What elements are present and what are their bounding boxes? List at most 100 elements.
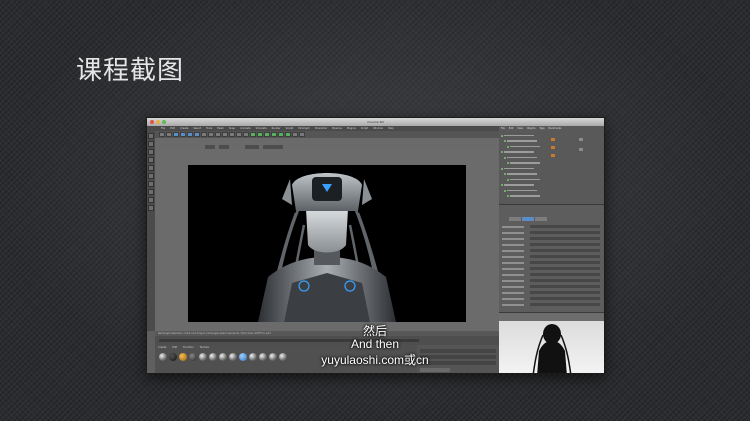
redo-icon[interactable] [166, 132, 172, 137]
object-tree-row[interactable] [507, 178, 557, 181]
floor-icon[interactable] [285, 132, 291, 137]
use-model-mode-icon[interactable] [148, 133, 154, 139]
visibility-dot-icon[interactable] [501, 134, 503, 137]
menu-item-create[interactable]: Create [180, 127, 188, 130]
object-tree-row[interactable] [504, 156, 554, 159]
visibility-dot-icon[interactable] [507, 178, 509, 181]
object-menu-tags[interactable]: Tags [539, 127, 544, 130]
visibility-dot-icon[interactable] [501, 151, 503, 153]
tab-object[interactable] [522, 217, 534, 221]
menu-item-script[interactable]: Script [361, 127, 368, 130]
attribute-value-field[interactable] [530, 267, 600, 270]
render-view-icon[interactable] [229, 132, 235, 137]
menu-item-edit[interactable]: Edit [170, 127, 175, 130]
attribute-value-field[interactable] [530, 243, 600, 246]
object-tree-row[interactable] [504, 189, 554, 192]
material-tag-icon[interactable] [551, 146, 555, 149]
visibility-dot-icon[interactable] [501, 167, 503, 170]
array-icon[interactable] [271, 132, 277, 137]
visibility-dot-icon[interactable] [507, 162, 509, 164]
object-tree-row[interactable] [504, 140, 554, 143]
render-to-picture-viewer-icon[interactable] [236, 132, 242, 137]
bend-deformer-icon[interactable] [278, 132, 284, 137]
attribute-value-field[interactable] [530, 225, 600, 228]
menu-item-plugins[interactable]: Plugins [347, 127, 356, 130]
visibility-dot-icon[interactable] [504, 173, 506, 175]
use-polygons-mode-icon[interactable] [148, 173, 154, 179]
attribute-value-field[interactable] [530, 291, 600, 294]
use-points-mode-icon[interactable] [148, 157, 154, 163]
x-axis-icon[interactable] [201, 132, 207, 137]
attribute-value-field[interactable] [530, 261, 600, 264]
object-tree-row[interactable] [507, 195, 557, 198]
attribute-value-field[interactable] [530, 285, 600, 288]
visibility-dot-icon[interactable] [507, 195, 509, 197]
use-edges-mode-icon[interactable] [148, 165, 154, 171]
object-tree-row[interactable] [507, 145, 557, 148]
tab-basic[interactable] [509, 217, 521, 221]
object-tree-row[interactable] [507, 162, 557, 165]
object-menu-edit[interactable]: Edit [509, 127, 513, 130]
object-tree-row[interactable] [501, 184, 551, 187]
attribute-value-field[interactable] [530, 231, 600, 234]
enable-axis-icon[interactable] [148, 181, 154, 187]
object-menu-file[interactable]: File [501, 127, 505, 130]
attribute-value-field[interactable] [530, 279, 600, 282]
menu-item-simulate[interactable]: Simulate [256, 127, 267, 130]
apply-button[interactable] [420, 368, 450, 372]
rotate-tool-icon[interactable] [194, 132, 200, 137]
move-tool-icon[interactable] [180, 132, 186, 137]
z-axis-icon[interactable] [215, 132, 221, 137]
workplane-icon[interactable] [148, 197, 154, 203]
render-settings-icon[interactable] [243, 132, 249, 137]
menu-item-select[interactable]: Select [193, 127, 201, 130]
attribute-value-field[interactable] [530, 303, 600, 306]
visibility-dot-icon[interactable] [501, 184, 503, 186]
subdivision-surface-icon[interactable] [264, 132, 270, 137]
menu-item-pipeline[interactable]: Pipeline [332, 127, 342, 130]
phong-tag-icon[interactable] [579, 138, 583, 141]
object-tree-row[interactable] [501, 167, 551, 170]
scale-tool-icon[interactable] [187, 132, 193, 137]
phong-tag-icon[interactable] [579, 148, 583, 151]
object-tree-row[interactable] [501, 151, 551, 154]
light-icon[interactable] [299, 132, 305, 137]
menu-item-window[interactable]: Window [373, 127, 383, 130]
use-object-mode-icon[interactable] [148, 141, 154, 147]
display-dropdown[interactable] [245, 145, 259, 149]
menu-item-sculpt[interactable]: Sculpt [286, 127, 294, 130]
menu-item-render[interactable]: Render [272, 127, 281, 130]
pen-spline-icon[interactable] [257, 132, 263, 137]
menu-item-character[interactable]: Character [315, 127, 327, 130]
attribute-value-field[interactable] [530, 237, 600, 240]
menu-item-help[interactable]: Help [388, 127, 394, 130]
y-axis-icon[interactable] [208, 132, 214, 137]
attribute-value-field[interactable] [530, 273, 600, 276]
attribute-value-field[interactable] [530, 249, 600, 252]
menu-item-mograph[interactable]: MoGraph [298, 127, 309, 130]
object-menu-objects[interactable]: Objects [527, 127, 536, 130]
locked-workplane-icon[interactable] [148, 205, 154, 211]
cube-object-icon[interactable] [250, 132, 256, 137]
material-tag-icon[interactable] [551, 138, 555, 141]
attribute-value-field[interactable] [530, 297, 600, 300]
use-texture-mode-icon[interactable] [148, 149, 154, 155]
render-viewport[interactable] [155, 150, 499, 331]
material-tag-icon[interactable] [551, 154, 555, 157]
menu-item-snap[interactable]: Snap [229, 127, 235, 130]
visibility-dot-icon[interactable] [504, 156, 506, 159]
undo-icon[interactable] [159, 132, 165, 137]
menu-item-animate[interactable]: Animate [240, 127, 250, 130]
object-tree-row[interactable] [504, 173, 554, 176]
object-tree-row[interactable] [501, 134, 551, 137]
menu-item-tools[interactable]: Tools [206, 127, 212, 130]
view-menu[interactable] [205, 145, 215, 149]
visibility-dot-icon[interactable] [504, 189, 506, 192]
menu-item-mesh[interactable]: Mesh [217, 127, 224, 130]
filter-dropdown[interactable] [263, 145, 283, 149]
coordinate-system-icon[interactable] [222, 132, 228, 137]
menu-item-file[interactable]: File [161, 127, 165, 130]
snap-icon[interactable] [148, 189, 154, 195]
camera-icon[interactable] [292, 132, 298, 137]
tab-phong[interactable] [535, 217, 547, 221]
